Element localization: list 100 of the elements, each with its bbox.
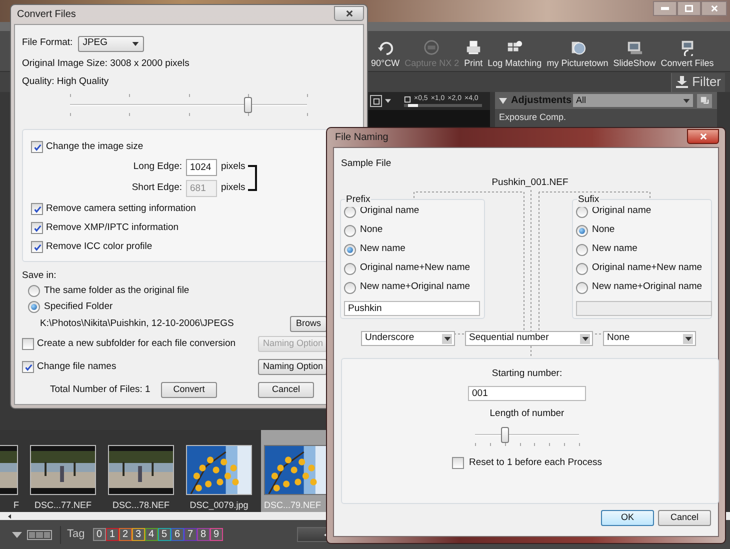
field-label: Length of number bbox=[490, 406, 564, 421]
thumbnail-caption: DSC...78.NEF bbox=[112, 499, 170, 511]
tag-button[interactable]: 1 bbox=[106, 528, 119, 541]
tag-label: Tag bbox=[67, 527, 85, 542]
tag-button[interactable]: 4 bbox=[144, 528, 158, 541]
zoom-slider-thumb[interactable] bbox=[408, 104, 418, 107]
checkbox[interactable] bbox=[31, 141, 43, 153]
toolbar-icon bbox=[376, 39, 394, 56]
expand-triangle-icon bbox=[12, 532, 22, 538]
caret-icon bbox=[444, 336, 450, 340]
caret-icon bbox=[385, 99, 391, 103]
close-icon bbox=[346, 10, 352, 16]
adjustment-label: Exposure Comp. bbox=[499, 111, 566, 124]
slider-thumb[interactable] bbox=[244, 97, 252, 113]
unit-label: pixels bbox=[221, 181, 246, 196]
radio-label: Original name+New name bbox=[592, 261, 702, 276]
radio-button[interactable] bbox=[28, 285, 40, 297]
checkbox[interactable] bbox=[31, 222, 43, 234]
thumbnail-caption: DSC_0079.jpg bbox=[190, 499, 248, 511]
minimize-button[interactable] bbox=[653, 1, 677, 16]
fit-icon bbox=[372, 98, 380, 104]
naming-options-button[interactable]: Naming Option bbox=[258, 359, 327, 375]
checkbox-label: Reset to 1 before each Process bbox=[468, 456, 602, 470]
section-label: Sample File bbox=[341, 156, 392, 171]
prefix-text-field[interactable]: Pushkin bbox=[344, 301, 480, 316]
close-button[interactable] bbox=[687, 128, 719, 144]
zoom-slider-track[interactable] bbox=[404, 104, 482, 107]
tag-button[interactable]: 0 bbox=[92, 528, 106, 541]
radio-label: New name bbox=[592, 242, 638, 256]
dropdown[interactable]: None bbox=[603, 331, 696, 346]
dropdown[interactable]: Underscore bbox=[361, 331, 455, 346]
radio-label: New name+Original name bbox=[360, 280, 470, 294]
checkbox[interactable] bbox=[22, 338, 34, 350]
close-icon bbox=[700, 132, 706, 140]
close-button[interactable] bbox=[334, 6, 364, 20]
maximize-icon bbox=[685, 5, 693, 12]
maximize-button[interactable] bbox=[677, 1, 701, 16]
thumbnail-caption: F bbox=[14, 499, 19, 511]
checkbox[interactable] bbox=[31, 203, 43, 215]
minimize-icon bbox=[661, 7, 669, 10]
tag-button[interactable]: 5 bbox=[158, 528, 171, 541]
toolbar-button[interactable]: SlideShow bbox=[613, 39, 656, 68]
total-files-text: Total Number of Files: 1 bbox=[50, 384, 150, 395]
fit-view-button[interactable] bbox=[370, 95, 382, 107]
radio-label: New name+Original name bbox=[592, 280, 702, 294]
view-mode-button[interactable] bbox=[27, 530, 52, 540]
toolbar-button[interactable]: Log Matching bbox=[488, 39, 542, 68]
toolbar-button[interactable]: Print bbox=[464, 39, 483, 68]
reset-button[interactable] bbox=[697, 94, 712, 108]
tag-button[interactable]: 8 bbox=[196, 528, 210, 541]
toolbar-icon bbox=[423, 39, 440, 56]
tag-button[interactable]: 6 bbox=[170, 528, 184, 541]
toolbar-button[interactable]: 90°CW bbox=[371, 39, 400, 68]
tag-button[interactable]: 9 bbox=[210, 528, 223, 541]
image-size-text: Original Image Size: 3008 x 2000 pixels bbox=[22, 56, 190, 71]
tag-button[interactable]: 7 bbox=[184, 528, 197, 541]
ok-button[interactable]: OK bbox=[601, 510, 654, 526]
checkbox[interactable] bbox=[31, 241, 43, 253]
checkbox-label: Remove camera setting information bbox=[46, 202, 196, 216]
starting-number-field[interactable]: 001 bbox=[468, 386, 586, 401]
toolbar-button[interactable]: my Picturetown bbox=[546, 39, 608, 68]
unit-label: pixels bbox=[221, 160, 246, 174]
caret-icon bbox=[132, 42, 139, 46]
format-dropdown[interactable]: JPEG bbox=[78, 36, 144, 52]
dropdown[interactable]: Sequential number bbox=[465, 331, 593, 346]
filter-button[interactable]: Filter bbox=[671, 72, 725, 92]
radio-label: The same folder as the original file bbox=[44, 284, 190, 298]
convert-button[interactable]: Convert bbox=[161, 382, 217, 398]
radio-label: New name bbox=[360, 242, 406, 256]
cancel-button[interactable]: Cancel bbox=[658, 510, 711, 526]
tag-button[interactable]: 2 bbox=[118, 528, 132, 541]
slider-track[interactable] bbox=[70, 93, 307, 117]
toolbar-button[interactable]: Convert Files bbox=[660, 39, 714, 68]
radio-button[interactable] bbox=[344, 224, 356, 236]
cancel-button[interactable]: Cancel bbox=[258, 382, 314, 398]
browse-button[interactable]: Brows bbox=[290, 316, 327, 332]
link-bracket-icon bbox=[248, 165, 258, 191]
radio-button[interactable] bbox=[344, 244, 356, 256]
radio-button[interactable] bbox=[28, 301, 40, 313]
radio-button[interactable] bbox=[344, 282, 356, 294]
window-title: Convert Files bbox=[17, 8, 76, 22]
checkbox[interactable] bbox=[22, 361, 34, 373]
close-icon bbox=[710, 5, 718, 12]
checkbox-label: Change file names bbox=[37, 360, 116, 374]
slider-thumb[interactable] bbox=[501, 427, 510, 443]
radio-label: Original name+New name bbox=[360, 261, 470, 276]
radio-button[interactable] bbox=[344, 262, 356, 274]
filter-dropdown[interactable]: All bbox=[573, 94, 693, 107]
fit-icon bbox=[404, 96, 411, 102]
checkbox-label: Create a new subfolder for each file conversion bbox=[37, 336, 236, 351]
checkbox[interactable] bbox=[452, 457, 464, 469]
caret-icon bbox=[582, 336, 588, 340]
scroll-left-icon bbox=[8, 514, 11, 518]
radio-label: None bbox=[360, 223, 383, 238]
checkbox-label: Remove ICC color profile bbox=[46, 240, 152, 254]
quality-label: Quality: High Quality bbox=[22, 74, 109, 89]
collapse-triangle-icon bbox=[499, 98, 507, 104]
field-label: Long Edge: bbox=[132, 160, 182, 174]
caret-icon bbox=[683, 98, 690, 102]
tag-button[interactable]: 3 bbox=[132, 528, 145, 541]
